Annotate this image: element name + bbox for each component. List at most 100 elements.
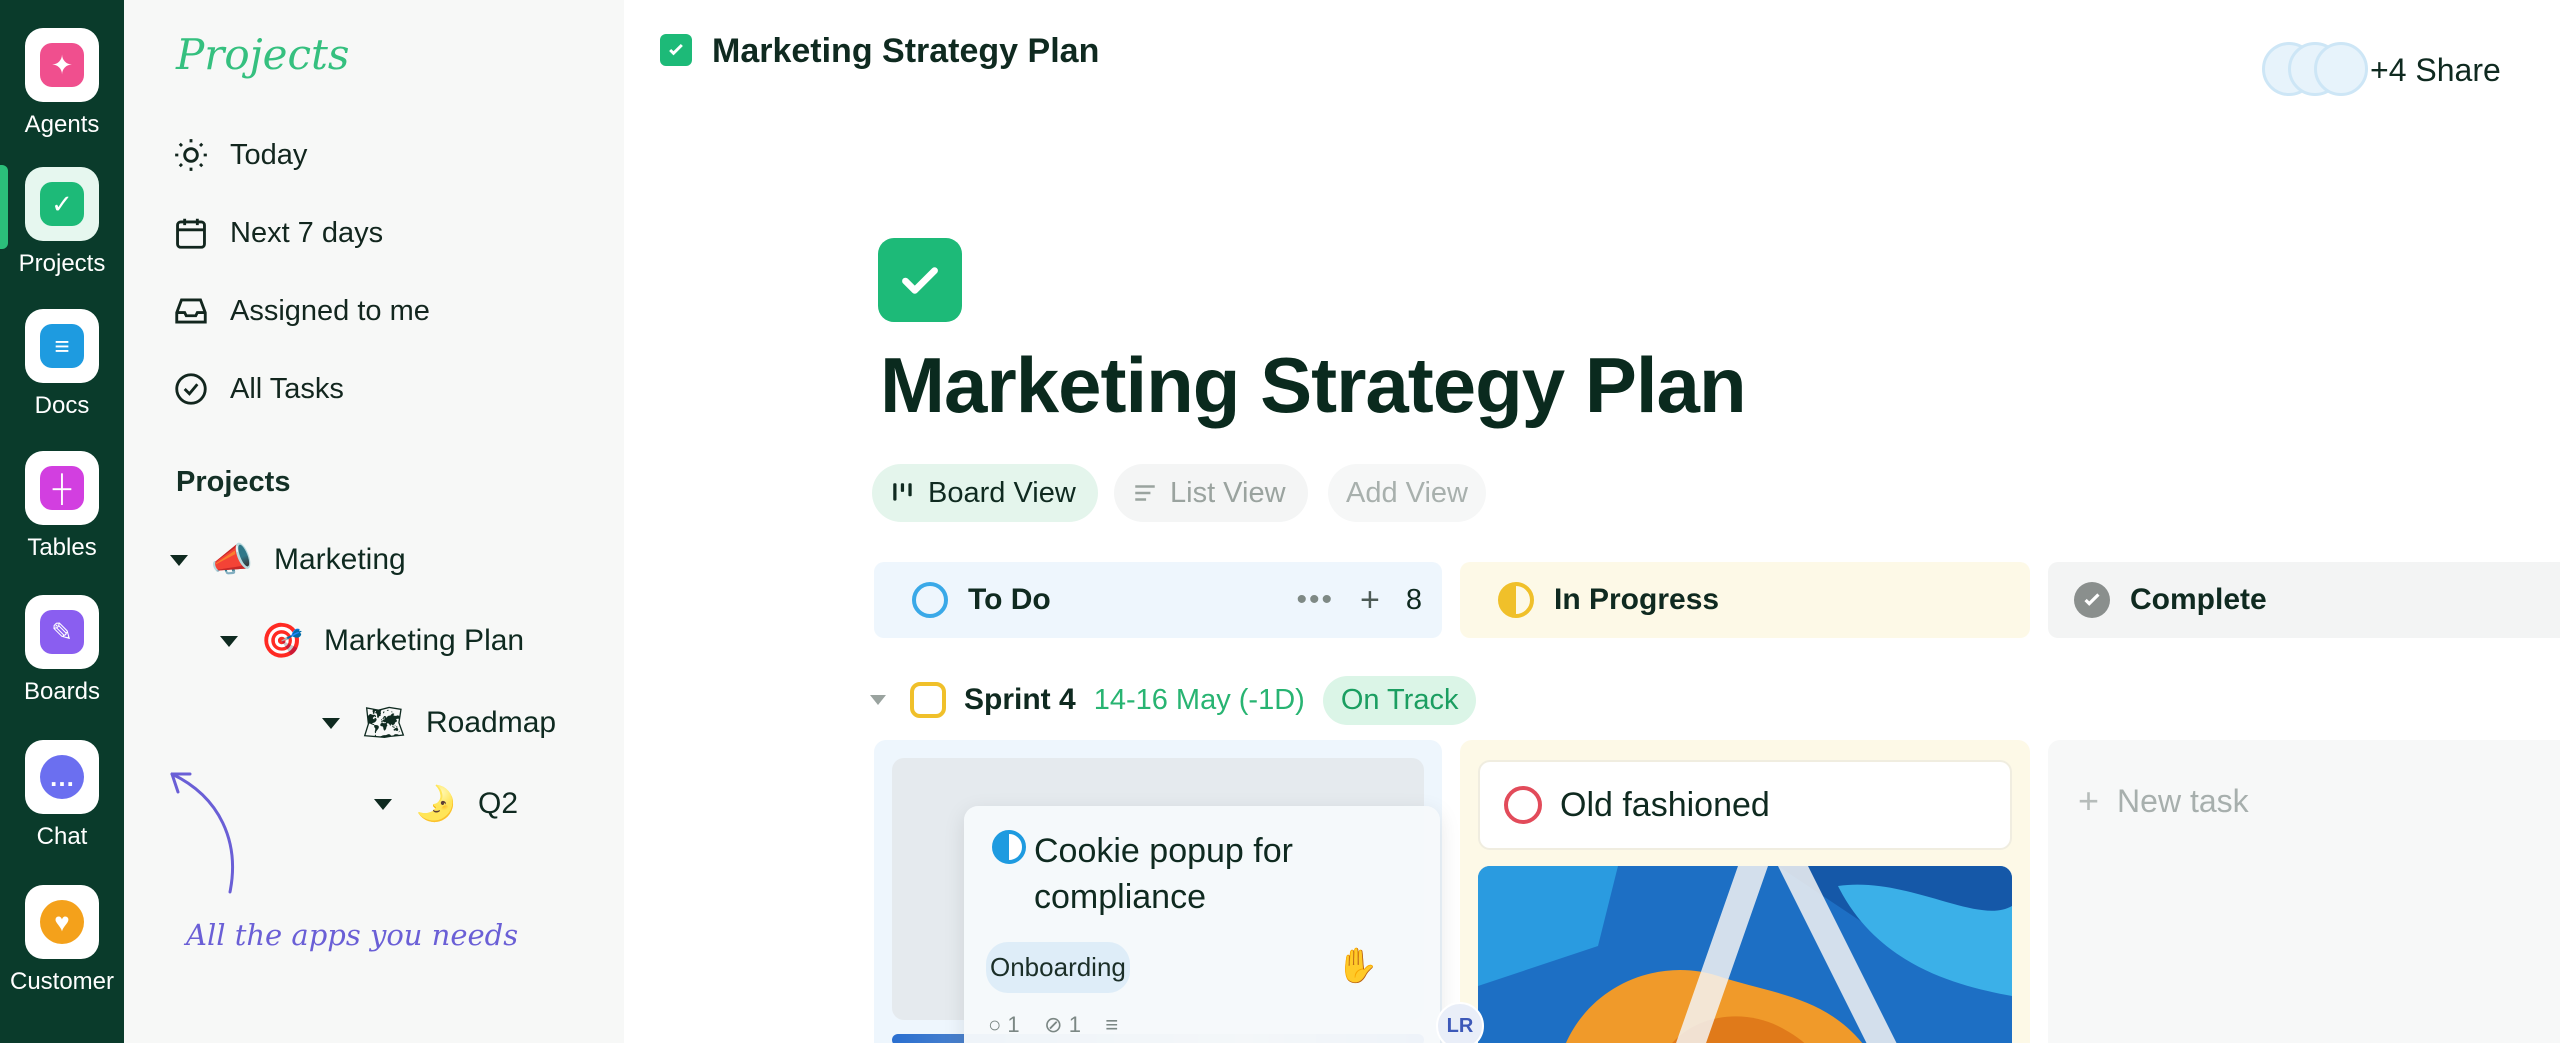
- new-task-button[interactable]: + New task: [2078, 780, 2249, 822]
- rail-label: Customer: [9, 968, 115, 995]
- check-icon: ✓: [40, 182, 84, 226]
- moon-icon: 🌛: [414, 785, 458, 823]
- list-view-icon: [1135, 485, 1155, 501]
- sprint-dates: 14-16 May (-1D): [1093, 683, 1305, 716]
- more-icon[interactable]: •••: [1296, 583, 1334, 617]
- collaborator-avatars[interactable]: [2262, 42, 2372, 96]
- task-card-dragging[interactable]: Cookie popup for compliance Onboarding ✋…: [964, 806, 1440, 1043]
- tree-label: Marketing Plan: [324, 624, 525, 657]
- rail-item-customer[interactable]: ♥ Customer: [0, 885, 124, 996]
- rail-label: Tables: [27, 534, 97, 561]
- chevron-down-icon[interactable]: [170, 554, 188, 566]
- tab-label: Board View: [928, 476, 1076, 509]
- app-rail: ✦ Agents ✓ Projects ≡ Docs ┼ Tables ✎ Bo…: [0, 0, 124, 1043]
- new-task-label: New task: [2117, 782, 2249, 819]
- nav-label: All Tasks: [230, 372, 344, 405]
- attachment-icon: ⊘: [1044, 1012, 1063, 1037]
- tree-item-q2[interactable]: 🌛 Q2: [374, 782, 518, 826]
- topbar-title: Marketing Strategy Plan: [712, 32, 1100, 70]
- tree-item-marketing-plan[interactable]: 🎯 Marketing Plan: [220, 619, 524, 663]
- rail-label: Agents: [24, 111, 100, 138]
- nav-item-next-7-days[interactable]: Next 7 days: [172, 211, 383, 255]
- tab-label: Add View: [1346, 476, 1468, 509]
- sidebar: Projects Today Next 7 days Assigned to m…: [124, 0, 624, 1043]
- chevron-down-icon[interactable]: [374, 798, 392, 810]
- rail-item-projects[interactable]: ✓ Projects: [0, 167, 124, 278]
- curved-arrow-icon: [170, 772, 234, 894]
- task-title: Old fashioned: [1560, 785, 1770, 824]
- comment-count: 1: [1007, 1012, 1020, 1037]
- sidebar-title: Projects: [176, 30, 350, 79]
- add-view-button[interactable]: Add View: [1328, 464, 1486, 522]
- rail-label: Projects: [18, 250, 106, 277]
- tree-label: Q2: [478, 787, 519, 820]
- task-cover-image: [1478, 866, 2012, 1043]
- megaphone-icon: 📣: [210, 541, 254, 579]
- projects-section-label: Projects: [176, 466, 291, 498]
- tree-label: Marketing: [274, 543, 406, 576]
- check-icon: [660, 34, 692, 66]
- tree-item-roadmap[interactable]: 🗺 Roadmap: [322, 701, 556, 745]
- doc-icon: ≡: [40, 324, 84, 368]
- tab-list-view[interactable]: List View: [1114, 464, 1308, 522]
- rail-label: Chat: [36, 823, 88, 850]
- tab-label: List View: [1170, 476, 1286, 509]
- drag-hand-icon: ✋: [1336, 947, 1379, 985]
- todo-status-icon: [912, 582, 948, 618]
- calendar-icon: [176, 218, 206, 249]
- inbox-icon: [175, 298, 207, 324]
- chevron-down-icon[interactable]: [220, 635, 238, 647]
- nav-label: Assigned to me: [230, 294, 430, 327]
- column-title: In Progress: [1554, 583, 1720, 616]
- sun-icon: [175, 139, 207, 171]
- column-header-in-progress[interactable]: In Progress: [1460, 562, 2030, 638]
- avatar: [2314, 42, 2368, 96]
- task-card-old-fashioned[interactable]: Old fashioned: [1478, 760, 2012, 850]
- task-status-icon[interactable]: [1504, 786, 1542, 824]
- column-header-complete[interactable]: Complete: [2048, 562, 2560, 638]
- column-title: To Do: [968, 583, 1051, 616]
- main-content: Marketing Strategy Plan +4 Share Marketi…: [624, 0, 2560, 1043]
- page-title: Marketing Strategy Plan: [880, 341, 1747, 429]
- status-badge: On Track: [1322, 675, 1477, 725]
- comment-icon: ○: [988, 1012, 1002, 1037]
- nav-label: Next 7 days: [230, 216, 384, 249]
- map-icon: 🗺: [362, 704, 406, 742]
- rail-item-agents[interactable]: ✦ Agents: [0, 28, 124, 139]
- rail-item-boards[interactable]: ✎ Boards: [0, 595, 124, 706]
- nav-label: Today: [230, 138, 308, 171]
- in-progress-status-icon: [1498, 582, 1534, 618]
- plus-icon: +: [2078, 780, 2100, 821]
- column-count: 8: [1405, 583, 1422, 616]
- tab-board-view[interactable]: Board View: [872, 464, 1098, 522]
- task-title: Cookie popup for compliance: [1034, 832, 1293, 916]
- add-icon[interactable]: +: [1360, 581, 1380, 620]
- task-meta: ○ 1 ⊘ 1 ≡: [988, 1012, 1118, 1038]
- share-button[interactable]: +4 Share: [2370, 52, 2501, 89]
- chevron-down-icon[interactable]: [870, 695, 886, 705]
- description-icon: ≡: [1105, 1012, 1119, 1037]
- board-icon: ✎: [40, 610, 84, 654]
- chevron-down-icon[interactable]: [322, 717, 340, 729]
- board-view-icon: [893, 483, 912, 501]
- check-circle-icon: [175, 373, 207, 405]
- task-tag[interactable]: Onboarding: [986, 942, 1130, 993]
- nav-item-all-tasks[interactable]: All Tasks: [172, 367, 344, 411]
- nav-item-assigned-to-me[interactable]: Assigned to me: [172, 289, 430, 333]
- target-icon: 🎯: [260, 622, 304, 660]
- rail-item-chat[interactable]: … Chat: [0, 740, 124, 851]
- sprint-icon: [910, 682, 946, 718]
- sprint-group-header[interactable]: Sprint 4 14-16 May (-1D) On Track: [870, 672, 1477, 728]
- rail-item-tables[interactable]: ┼ Tables: [0, 451, 124, 562]
- tree-item-marketing[interactable]: 📣 Marketing: [170, 538, 406, 582]
- column-header-todo[interactable]: To Do ••• + 8: [874, 562, 1442, 638]
- handwritten-note: All the apps you needs: [186, 918, 519, 952]
- heart-icon: ♥: [40, 900, 84, 944]
- nav-item-today[interactable]: Today: [172, 133, 307, 177]
- assignee-avatar[interactable]: LR: [1436, 1002, 1484, 1043]
- table-icon: ┼: [40, 466, 84, 510]
- rail-item-docs[interactable]: ≡ Docs: [0, 309, 124, 420]
- tree-label: Roadmap: [426, 706, 557, 739]
- rail-label: Boards: [23, 678, 101, 705]
- in-progress-status-icon[interactable]: [992, 830, 1026, 864]
